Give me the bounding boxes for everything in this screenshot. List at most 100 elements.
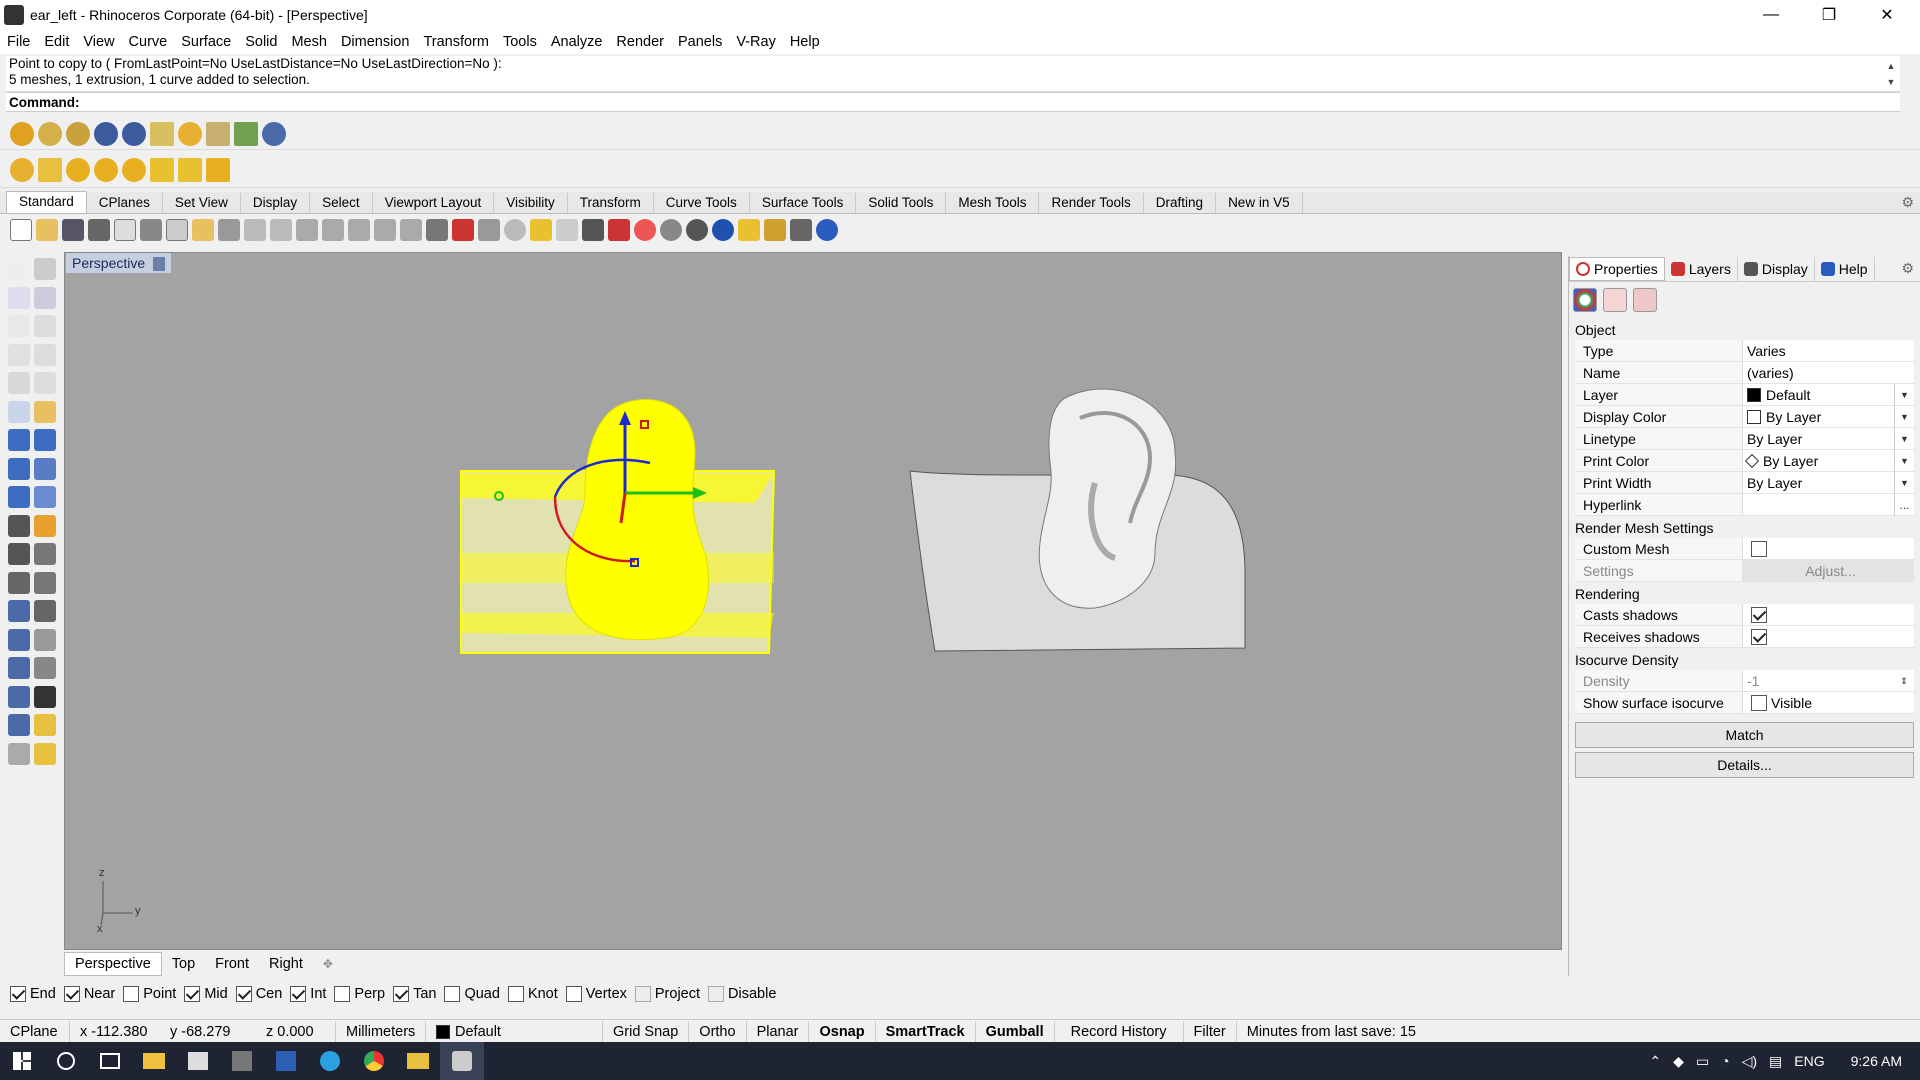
status-cplane[interactable]: CPlane [0, 1020, 70, 1043]
status-smarttrack[interactable]: SmartTrack [876, 1020, 976, 1043]
dimension-icon[interactable] [790, 219, 812, 241]
select-arrow-icon[interactable] [8, 258, 30, 280]
chevron-down-icon[interactable]: ▼ [1894, 428, 1914, 450]
tab-render-tools[interactable]: Render Tools [1039, 193, 1144, 213]
tab-surface-tools[interactable]: Surface Tools [750, 193, 857, 213]
hyperlink-field[interactable]: ... [1743, 494, 1914, 516]
zoom-extents-icon[interactable] [348, 219, 370, 241]
plane-icon[interactable] [478, 219, 500, 241]
status-record-history[interactable]: Record History [1055, 1020, 1184, 1043]
cut-icon[interactable] [140, 219, 162, 241]
tab-set-view[interactable]: Set View [163, 193, 241, 213]
battery-icon[interactable]: ▭ [1696, 1053, 1709, 1070]
vptab-perspective[interactable]: Perspective [64, 952, 162, 976]
osnap-cen-checkbox[interactable] [235, 986, 252, 1002]
vray-fur-icon[interactable] [234, 121, 258, 146]
osnap-disable[interactable]: Disable [704, 986, 776, 1002]
tab-transform[interactable]: Transform [568, 193, 654, 213]
perspective-viewport[interactable]: z y x [64, 252, 1562, 950]
osnap-disable-checkbox[interactable] [708, 986, 725, 1002]
light-bulb-icon[interactable] [556, 219, 578, 241]
copy-icon[interactable] [166, 219, 188, 241]
object-properties-icon[interactable] [634, 219, 656, 241]
tab-display[interactable]: Display [241, 193, 311, 213]
vray-options-icon[interactable] [38, 121, 62, 146]
point-icon[interactable] [34, 258, 56, 280]
open-folder-icon[interactable] [36, 219, 58, 241]
density-spinner-icon[interactable]: ⇕ [1894, 670, 1914, 692]
tab-drafting[interactable]: Drafting [1144, 193, 1217, 213]
osnap-tan[interactable]: Tan [389, 986, 436, 1002]
ies-light-icon[interactable] [150, 157, 174, 182]
osnap-perp-checkbox[interactable] [334, 986, 351, 1002]
polyline-icon[interactable] [8, 286, 30, 309]
point-light-icon[interactable] [66, 157, 90, 182]
explode-icon[interactable] [8, 543, 30, 565]
boolean-split-icon[interactable] [34, 486, 56, 508]
chrome-button[interactable] [352, 1042, 396, 1080]
scroll-down-icon[interactable]: ▼ [1882, 74, 1900, 90]
menu-transform[interactable]: Transform [416, 30, 496, 54]
menu-analyze[interactable]: Analyze [544, 30, 610, 54]
transform-icon[interactable] [34, 657, 56, 679]
vray-light-icon[interactable] [150, 121, 174, 146]
osnap-project[interactable]: Project [631, 986, 700, 1002]
menu-render[interactable]: Render [609, 30, 671, 54]
dropbox-icon[interactable]: ◆ [1673, 1053, 1684, 1070]
tab-layers[interactable]: Layers [1665, 256, 1738, 281]
edge-button[interactable] [308, 1042, 352, 1080]
osnap-vertex[interactable]: Vertex [562, 986, 627, 1002]
scroll-up-icon[interactable]: ▲ [1882, 58, 1900, 74]
osnap-knot[interactable]: Knot [504, 986, 558, 1002]
four-viewports-icon[interactable] [426, 219, 448, 241]
tab-help[interactable]: Help [1815, 256, 1875, 281]
rect-light-icon[interactable] [38, 157, 62, 182]
loft-icon[interactable] [34, 400, 56, 423]
osnap-end-checkbox[interactable] [10, 986, 26, 1002]
undo-icon[interactable] [218, 219, 240, 241]
menu-solid[interactable]: Solid [238, 30, 284, 54]
close-button[interactable]: ✕ [1858, 0, 1916, 30]
print-color-select[interactable]: By Layer ▼ [1743, 450, 1914, 472]
receives-shadows-checkbox[interactable] [1751, 628, 1767, 645]
surface-points-icon[interactable] [8, 400, 30, 423]
solid-tools-icon[interactable] [8, 714, 30, 736]
object-properties-icon[interactable] [1573, 288, 1597, 312]
cylinder-icon[interactable] [8, 457, 30, 480]
tab-solid-tools[interactable]: Solid Tools [856, 193, 947, 213]
circle-icon[interactable] [8, 315, 30, 337]
osnap-knot-checkbox[interactable] [507, 986, 524, 1002]
name-field[interactable]: (varies) [1743, 362, 1914, 383]
chevron-down-icon[interactable]: ▼ [1894, 450, 1914, 472]
status-ortho[interactable]: Ortho [689, 1020, 747, 1043]
vray-dome-icon[interactable] [206, 121, 230, 146]
text-icon[interactable] [8, 600, 30, 622]
osnap-cen[interactable]: Cen [232, 986, 282, 1002]
osnap-tan-checkbox[interactable] [393, 986, 410, 1002]
menu-surface[interactable]: Surface [174, 30, 238, 54]
store-button[interactable] [176, 1042, 220, 1080]
sphere-light-icon[interactable] [94, 157, 118, 182]
osnap-point-checkbox[interactable] [123, 986, 140, 1002]
material-icon[interactable] [1603, 288, 1627, 312]
chevron-down-icon[interactable]: ▼ [1894, 406, 1914, 428]
visible-checkbox[interactable] [1751, 694, 1767, 711]
viewport-menu-icon[interactable] [153, 257, 166, 272]
command-input[interactable]: Command: [6, 92, 1900, 112]
directional-light-icon[interactable] [206, 157, 230, 182]
group-icon[interactable] [8, 657, 30, 679]
status-filter[interactable]: Filter [1184, 1020, 1237, 1043]
save-icon[interactable] [62, 219, 84, 241]
osnap-near-checkbox[interactable] [63, 986, 80, 1002]
export-icon[interactable] [114, 219, 136, 241]
vptab-top[interactable]: Top [162, 953, 205, 975]
linetype-select[interactable]: By Layer ▼ [1743, 428, 1914, 450]
mesh-icon[interactable] [8, 514, 30, 537]
osnap-near[interactable]: Near [60, 986, 115, 1002]
rotate-view-icon[interactable] [270, 219, 292, 241]
new-file-icon[interactable] [10, 219, 32, 241]
density-field[interactable]: -1 ⇕ [1743, 670, 1914, 691]
spot-light-icon[interactable] [122, 157, 146, 182]
rendered-sphere-icon[interactable] [712, 219, 734, 241]
selected-ear-object[interactable] [460, 399, 776, 654]
